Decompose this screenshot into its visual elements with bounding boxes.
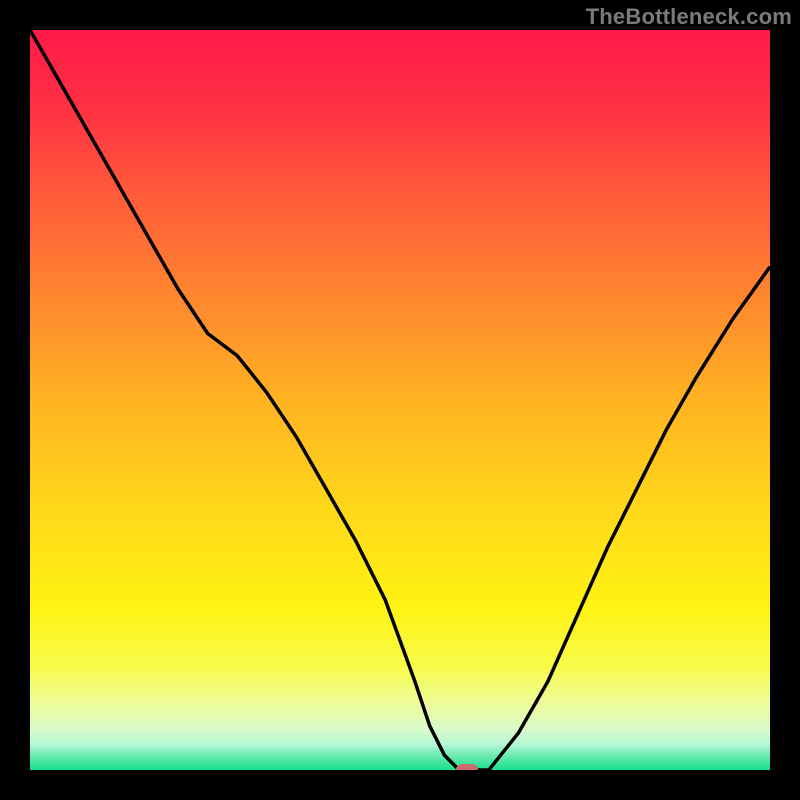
optimal-point-marker [456, 764, 478, 770]
bottleneck-curve [30, 30, 770, 770]
watermark-label: TheBottleneck.com [586, 4, 792, 30]
curve-path [30, 30, 770, 770]
plot-area [30, 30, 770, 770]
chart-frame: TheBottleneck.com [0, 0, 800, 800]
